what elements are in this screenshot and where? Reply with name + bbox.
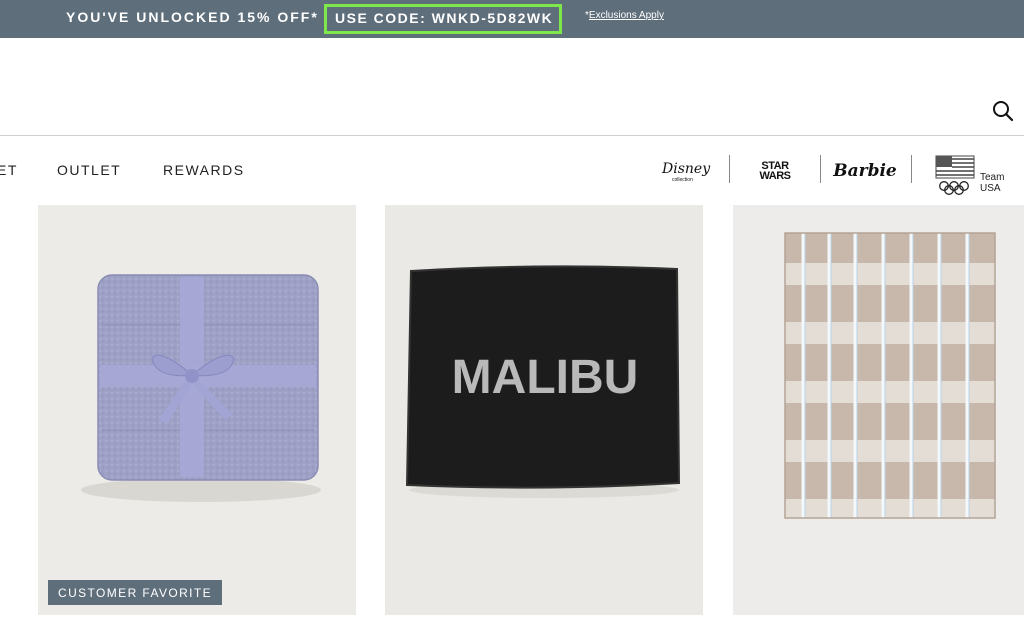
site-header <box>0 38 1024 136</box>
brand-divider <box>729 155 730 183</box>
malibu-print: MALIBU <box>452 351 639 404</box>
promo-headline: YOU'VE UNLOCKED 15% OFF* <box>66 9 319 25</box>
product-card[interactable]: MALIBU <box>385 205 703 615</box>
disney-sub: collection <box>672 177 693 183</box>
product-card[interactable] <box>733 205 1024 615</box>
brand-divider <box>820 155 821 183</box>
product-card[interactable]: CUSTOMER FAVORITE <box>38 205 356 615</box>
barbie-logo[interactable]: Barbie <box>833 155 897 187</box>
exclusions-notice: *Exclusions Apply <box>585 10 664 21</box>
main-nav: ET OUTLET REWARDS Disney collection STAR… <box>0 137 1024 203</box>
disney-logo[interactable]: Disney collection <box>660 155 710 187</box>
brand-divider <box>911 155 912 183</box>
starwars-line2: WARS <box>759 170 792 182</box>
exclusions-link[interactable]: Exclusions Apply <box>589 10 664 21</box>
disney-wordmark: Disney <box>662 161 711 177</box>
promo-bar: YOU'VE UNLOCKED 15% OFF* USE CODE: WNKD-… <box>0 0 1024 38</box>
customer-favorite-badge: CUSTOMER FAVORITE <box>48 580 223 605</box>
nav-item-outlet[interactable]: OUTLET <box>57 162 121 178</box>
search-button[interactable] <box>992 100 1018 126</box>
teamusa-label: Team USA <box>980 172 1005 194</box>
us-flag-olympic-rings-icon <box>935 155 975 195</box>
search-icon <box>993 101 1014 122</box>
lavender-throw-image <box>81 274 321 502</box>
nav-item-partial[interactable]: ET <box>0 162 18 178</box>
malibu-blanket-image: MALIBU <box>405 265 681 498</box>
teamusa-logo[interactable]: Team USA <box>935 155 1024 195</box>
starwars-logo[interactable]: STAR WARS <box>752 155 798 187</box>
striped-blanket-image <box>784 232 996 519</box>
promo-code: USE CODE: WNKD-5D82WK <box>324 4 562 34</box>
nav-item-rewards[interactable]: REWARDS <box>163 162 245 178</box>
